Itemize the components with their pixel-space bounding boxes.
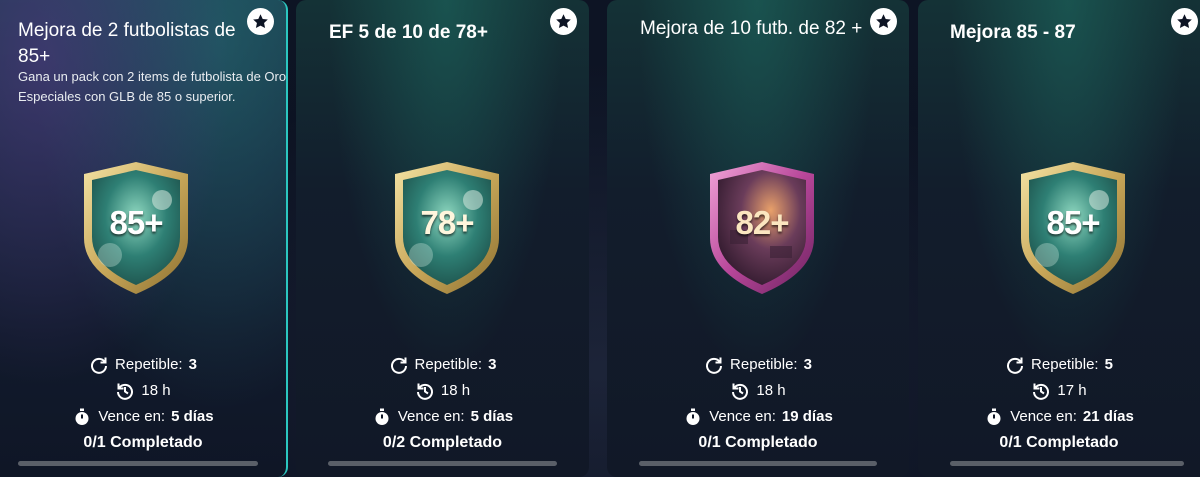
objective-card-3[interactable]: Mejora de 10 futb. de 82 + 82+ Repetible…	[607, 0, 909, 477]
badge-rating: 85+	[109, 204, 164, 241]
refresh-row: 18 h	[0, 378, 286, 404]
repeat-value: 3	[803, 356, 812, 373]
repeat-icon	[89, 355, 109, 375]
objective-card-4[interactable]: Mejora 85 - 87 85+ Repetible: 5 17 h Ven…	[918, 0, 1200, 477]
expires-label: Vence en:	[1010, 408, 1077, 425]
repeat-icon	[704, 355, 724, 375]
repeat-row: Repetible: 3	[296, 352, 589, 378]
expires-row: Vence en: 5 días	[0, 404, 286, 430]
card-title: Mejora 85 - 87	[950, 22, 1076, 43]
objectives-screen: Mejora de 2 futbolistas de 85+ Gana un p…	[0, 0, 1200, 477]
refresh-row: 18 h	[607, 378, 909, 404]
expires-value: 21 días	[1082, 408, 1134, 425]
expires-row: Vence en: 21 días	[918, 404, 1200, 430]
objective-card-1[interactable]: Mejora de 2 futbolistas de 85+ Gana un p…	[0, 0, 288, 477]
badge-rating: 85+	[1046, 204, 1101, 241]
expires-label: Vence en:	[98, 408, 166, 425]
completed-status: 0/1 Completado	[999, 434, 1119, 451]
card-title: EF 5 de 10 de 78+	[329, 22, 488, 43]
refresh-row: 18 h	[296, 378, 589, 404]
progress-bar	[950, 461, 1184, 466]
refresh-value: 18 h	[756, 382, 786, 399]
progress-bar	[18, 461, 258, 466]
expires-value: 5 días	[171, 408, 214, 425]
completed-status: 0/2 Completado	[382, 434, 503, 451]
star-icon[interactable]	[550, 8, 577, 35]
progress-bar	[328, 461, 557, 466]
stopwatch-icon	[683, 407, 703, 427]
repeat-value: 5	[1104, 356, 1113, 373]
pack-badge: 82+	[706, 160, 818, 296]
expires-row: Vence en: 5 días	[296, 404, 589, 430]
card-title: Mejora de 10 futb. de 82 +	[640, 18, 863, 39]
repeat-label: Repetible:	[730, 356, 798, 373]
badge-rating: 82+	[735, 204, 790, 241]
repeat-row: Repetible: 5	[918, 352, 1200, 378]
history-icon	[415, 381, 435, 401]
repeat-value: 3	[488, 356, 497, 373]
refresh-value: 18 h	[141, 382, 171, 399]
objective-card-2[interactable]: EF 5 de 10 de 78+ 78+ Repetible: 3 18 h …	[296, 0, 589, 477]
expires-label: Vence en:	[397, 408, 465, 425]
repeat-row: Repetible: 3	[607, 352, 909, 378]
repeat-row: Repetible: 3	[0, 352, 286, 378]
refresh-value: 17 h	[1057, 382, 1087, 399]
completed-status: 0/1 Completado	[83, 434, 203, 451]
card-info: Repetible: 5 17 h Vence en: 21 días 0/1 …	[918, 352, 1200, 456]
expires-value: 19 días	[781, 408, 833, 425]
refresh-value: 18 h	[440, 382, 471, 399]
repeat-label: Repetible:	[414, 356, 483, 373]
card-description: Gana un pack con 2 items de futbolista d…	[18, 69, 287, 104]
pack-badge: 85+	[1017, 160, 1129, 296]
badge-rating: 78+	[420, 204, 475, 241]
history-icon	[115, 381, 135, 401]
star-icon[interactable]	[870, 8, 897, 35]
expires-label: Vence en:	[709, 408, 776, 425]
repeat-label: Repetible:	[115, 356, 183, 373]
expires-value: 5 días	[470, 408, 514, 425]
star-icon[interactable]	[1171, 8, 1198, 35]
star-icon[interactable]	[247, 8, 274, 35]
card-title: Mejora de 2 futbolistas de 85+	[18, 20, 236, 67]
repeat-icon	[1005, 355, 1025, 375]
stopwatch-icon	[372, 407, 392, 427]
repeat-label: Repetible:	[1031, 356, 1099, 373]
progress-bar	[639, 461, 877, 466]
refresh-row: 17 h	[918, 378, 1200, 404]
card-info: Repetible: 3 18 h Vence en: 19 días 0/1 …	[607, 352, 909, 456]
expires-row: Vence en: 19 días	[607, 404, 909, 430]
card-info: Repetible: 3 18 h Vence en: 5 días 0/2 C…	[296, 352, 589, 456]
pack-badge: 78+	[391, 160, 503, 296]
stopwatch-icon	[984, 407, 1004, 427]
repeat-value: 3	[188, 356, 197, 373]
completed-status: 0/1 Completado	[698, 434, 818, 451]
repeat-icon	[389, 355, 409, 375]
history-icon	[730, 381, 750, 401]
pack-badge: 85+	[80, 160, 192, 296]
card-info: Repetible: 3 18 h Vence en: 5 días 0/1 C…	[0, 352, 286, 456]
history-icon	[1031, 381, 1051, 401]
stopwatch-icon	[72, 407, 92, 427]
